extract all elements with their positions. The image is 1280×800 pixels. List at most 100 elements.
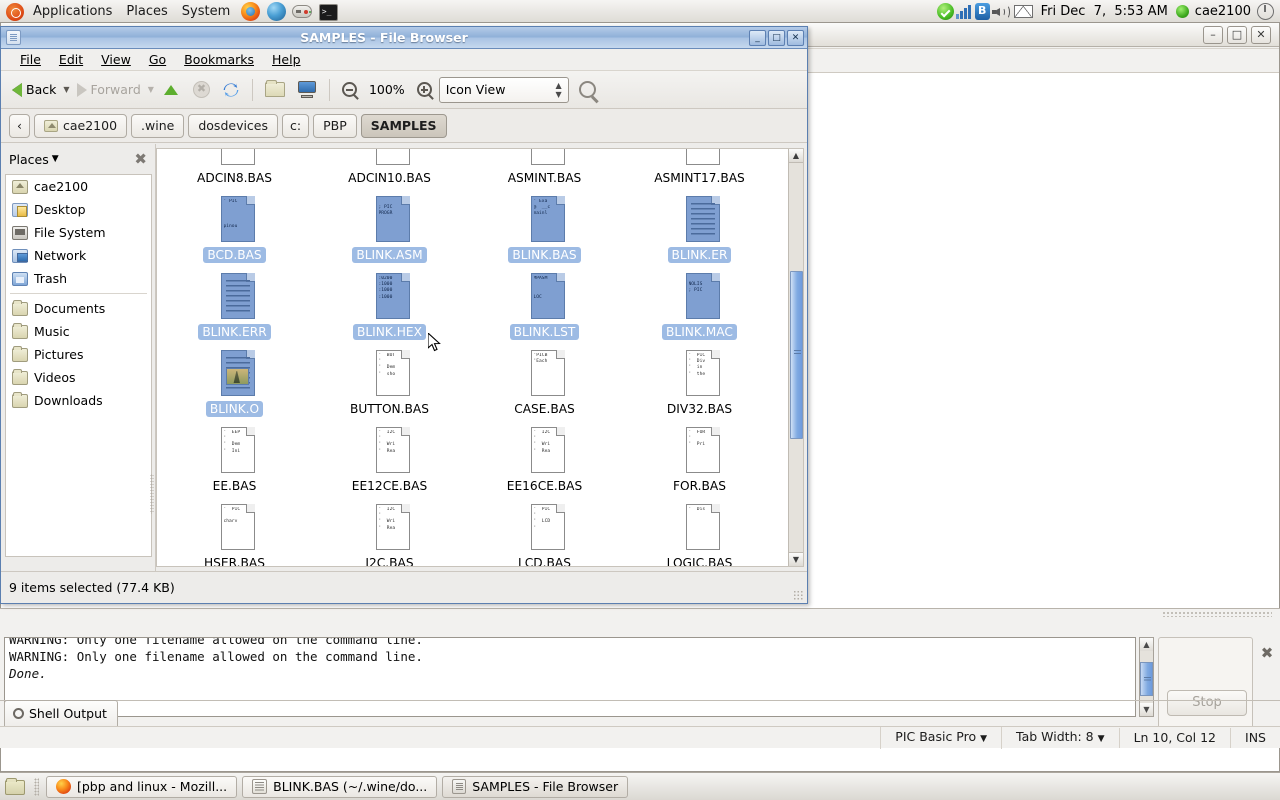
sidebar-item-desktop[interactable]: Desktop	[6, 198, 151, 221]
sidebar-item-documents[interactable]: Documents	[6, 297, 151, 320]
menu-places[interactable]: Places	[119, 1, 174, 23]
places-header[interactable]: Places ▼ ✖	[1, 144, 155, 174]
back-dropdown-icon[interactable]: ▼	[63, 85, 69, 94]
window-resize-grip[interactable]	[793, 590, 803, 600]
up-button[interactable]	[156, 82, 186, 98]
fb-minimize-button[interactable]: _	[749, 29, 766, 46]
volume-icon[interactable]	[991, 4, 1012, 20]
breadcrumb-samples[interactable]: SAMPLES	[360, 113, 447, 138]
file-item[interactable]: ' FOR ' ' Pri FOR.BAS	[622, 423, 777, 500]
file-view-scrollbar[interactable]: ▲ ▼	[788, 149, 803, 566]
sidebar-item-file-system[interactable]: File System	[6, 221, 151, 244]
home-button[interactable]	[260, 79, 290, 100]
update-ok-icon[interactable]	[936, 3, 954, 20]
task-file-browser[interactable]: SAMPLES - File Browser	[442, 775, 629, 798]
forward-dropdown-icon[interactable]: ▼	[148, 85, 154, 94]
menu-edit[interactable]: Edit	[50, 50, 92, 69]
scrollbar-thumb[interactable]	[790, 271, 803, 439]
mail-icon[interactable]	[1013, 5, 1033, 18]
close-icon[interactable]: ✖	[134, 152, 147, 167]
scroll-up-icon[interactable]: ▲	[789, 149, 803, 163]
file-item[interactable]: ADCIN8.BAS	[157, 149, 312, 192]
file-item[interactable]: BLINK.ER	[622, 192, 777, 269]
file-item[interactable]: 'PICB 'Each CASE.BAS	[467, 346, 622, 423]
file-item[interactable]: ; PIC PROGR BLINK.ASM	[312, 192, 467, 269]
breadcrumb-dosdevices[interactable]: dosdevices	[188, 113, 279, 138]
sidebar-resize-grip[interactable]	[150, 474, 154, 514]
task-firefox[interactable]: [pbp and linux - Mozill...	[46, 775, 238, 798]
stop-button-toolbar[interactable]: ✖	[188, 78, 215, 101]
firefox-icon[interactable]	[238, 1, 262, 22]
search-icon[interactable]	[578, 81, 596, 98]
sidebar-item-pictures[interactable]: Pictures	[6, 343, 151, 366]
reload-button[interactable]	[217, 78, 245, 102]
file-item[interactable]: ' I2C ' ' Wri ' Rea I2C.BAS	[312, 500, 467, 566]
file-item[interactable]: ASMINT.BAS	[467, 149, 622, 192]
file-item[interactable]: ' Exa @ __c mainl BLINK.BAS	[467, 192, 622, 269]
sidebar-item-trash[interactable]: Trash	[6, 267, 151, 290]
username[interactable]: cae2100	[1191, 4, 1255, 19]
file-item[interactable]: ' I2C ' ' Wri ' Rea EE16CE.BAS	[467, 423, 622, 500]
menu-bookmarks[interactable]: Bookmarks	[175, 50, 263, 69]
breadcrumb-cae2100[interactable]: cae2100	[34, 113, 128, 138]
zoom-out-button[interactable]	[337, 79, 362, 100]
file-icon-view[interactable]: ADCIN8.BAS ADCIN10.BAS ASMINT.BAS ASMINT17.…	[156, 148, 804, 567]
editor-minimize-button[interactable]: –	[1203, 25, 1223, 44]
computer-button[interactable]	[292, 78, 322, 101]
file-item[interactable]: ' PIC pinou BCD.BAS	[157, 192, 312, 269]
forward-button[interactable]: Forward	[72, 79, 146, 100]
tab-shell-output[interactable]: Shell Output	[4, 700, 118, 726]
editor-maximize-button[interactable]: □	[1227, 25, 1247, 44]
sidebar-item-music[interactable]: Music	[6, 320, 151, 343]
menu-file[interactable]: File	[11, 50, 50, 69]
file-item[interactable]: ASMINT17.BAS	[622, 149, 777, 192]
dock-resize-grip[interactable]	[1162, 611, 1272, 617]
status-language[interactable]: PIC Basic Pro ▼	[880, 726, 1001, 749]
file-browser-titlebar[interactable]: SAMPLES - File Browser _ □ ✕	[1, 27, 807, 49]
file-item[interactable]: BLINK.O	[157, 346, 312, 423]
back-button[interactable]: Back	[7, 79, 61, 100]
scrollbar-thumb[interactable]	[1140, 662, 1153, 696]
bluetooth-icon[interactable]: B	[974, 3, 990, 20]
menu-applications[interactable]: Applications	[26, 1, 119, 23]
thunderbird-icon[interactable]	[264, 1, 288, 22]
breadcrumb-wine[interactable]: .wine	[131, 113, 185, 138]
sidebar-item-network[interactable]: Network	[6, 244, 151, 267]
scroll-up-icon[interactable]: ▲	[1140, 638, 1153, 651]
sidebar-item-downloads[interactable]: Downloads	[6, 389, 151, 412]
menu-system[interactable]: System	[175, 1, 237, 23]
file-item[interactable]: MPASM LOC BLINK.LST	[467, 269, 622, 346]
task-editor[interactable]: BLINK.BAS (~/.wine/do...	[242, 775, 438, 798]
close-icon[interactable]: ✖	[1260, 646, 1274, 661]
path-scroll-left-button[interactable]: ‹	[9, 113, 30, 138]
fb-close-button[interactable]: ✕	[787, 29, 804, 46]
file-item[interactable]: ' I2C ' ' Wri ' Rea EE12CE.BAS	[312, 423, 467, 500]
file-item[interactable]: ' Dis LOGIC.BAS	[622, 500, 777, 566]
gamepad-icon[interactable]	[290, 2, 314, 22]
scroll-down-icon[interactable]: ▼	[789, 552, 803, 566]
file-item[interactable]: ADCIN10.BAS	[312, 149, 467, 192]
sidebar-item-cae2100[interactable]: cae2100	[6, 175, 151, 198]
chevron-down-icon[interactable]: ▼	[52, 154, 59, 164]
sidebar-item-videos[interactable]: Videos	[6, 366, 151, 389]
editor-close-button[interactable]: ✕	[1251, 25, 1271, 44]
menu-go[interactable]: Go	[140, 50, 175, 69]
power-icon[interactable]	[1257, 3, 1274, 20]
taskbar-grip[interactable]	[34, 777, 39, 796]
menu-help[interactable]: Help	[263, 50, 310, 69]
menu-view[interactable]: View	[92, 50, 140, 69]
zoom-in-button[interactable]	[412, 79, 437, 100]
ubuntu-logo-icon[interactable]	[6, 2, 24, 21]
file-item[interactable]: BLINK.ERR	[157, 269, 312, 346]
breadcrumb-c[interactable]: c:	[282, 113, 310, 138]
user-status-icon[interactable]	[1175, 5, 1189, 18]
breadcrumb-pbp[interactable]: PBP	[313, 113, 357, 138]
file-item[interactable]: :0200 :1000 :1000 :1000 BLINK.HEX	[312, 269, 467, 346]
terminal-icon[interactable]: >_	[316, 2, 340, 22]
file-item[interactable]: ' PIC ' Div ' in ' the DIV32.BAS	[622, 346, 777, 423]
file-item[interactable]: ' PIC ' ' LCD ' LCD.BAS	[467, 500, 622, 566]
network-signal-icon[interactable]	[955, 4, 973, 19]
file-item[interactable]: ' PIC charv HSER.BAS	[157, 500, 312, 566]
file-item[interactable]: NOLIS ; PIC BLINK.MAC	[622, 269, 777, 346]
fb-maximize-button[interactable]: □	[768, 29, 785, 46]
